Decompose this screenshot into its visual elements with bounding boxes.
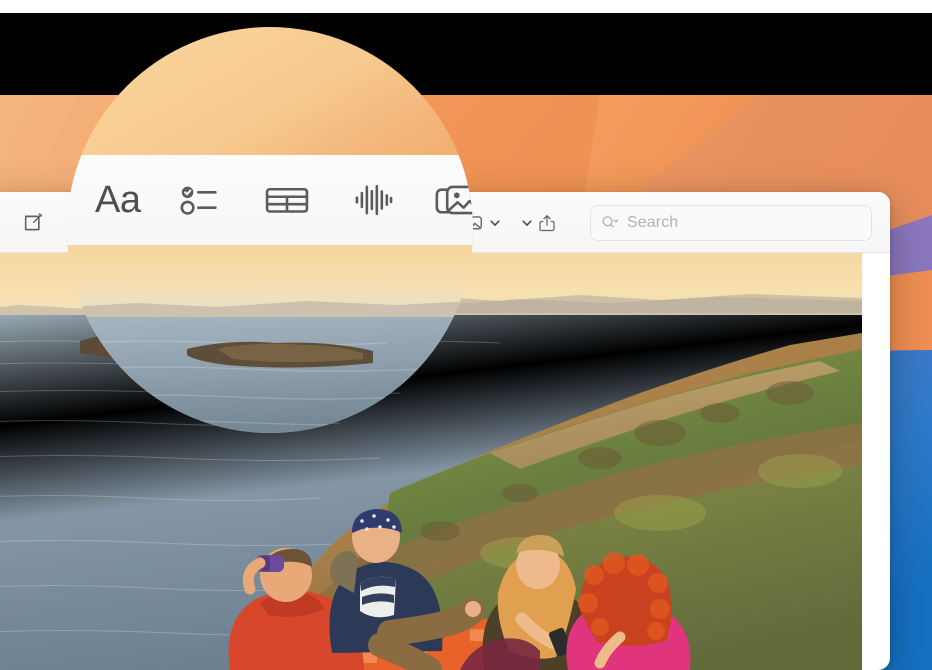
search-placeholder: Search [627,213,679,231]
media-photos-icon-magnified[interactable] [434,177,473,223]
zoom-lens-icon-row: Aa [95,155,473,245]
format-text-icon-magnified[interactable]: Aa [95,179,141,221]
compose-icon[interactable] [18,208,48,238]
search-icon [601,214,620,231]
zoom-lens-content: Aa [67,27,473,433]
format-text-label: Aa [95,179,141,221]
zoom-lens-toolbar: Aa [67,155,473,245]
checklist-icon-magnified[interactable] [178,177,224,223]
audio-waveform-icon-magnified[interactable] [350,177,396,223]
table-icon-magnified[interactable] [262,177,312,223]
lock-chevron-down-icon[interactable] [488,208,502,238]
share-icon[interactable] [532,208,562,238]
screen: Aa [0,0,932,670]
zoom-lens: Aa [67,27,473,433]
toolbar-left-group [18,192,48,253]
top-white-strip [0,0,932,13]
zoom-lens-photo [67,245,473,433]
toolbar-right-group: Search [444,192,872,253]
search-input[interactable]: Search [590,204,872,241]
